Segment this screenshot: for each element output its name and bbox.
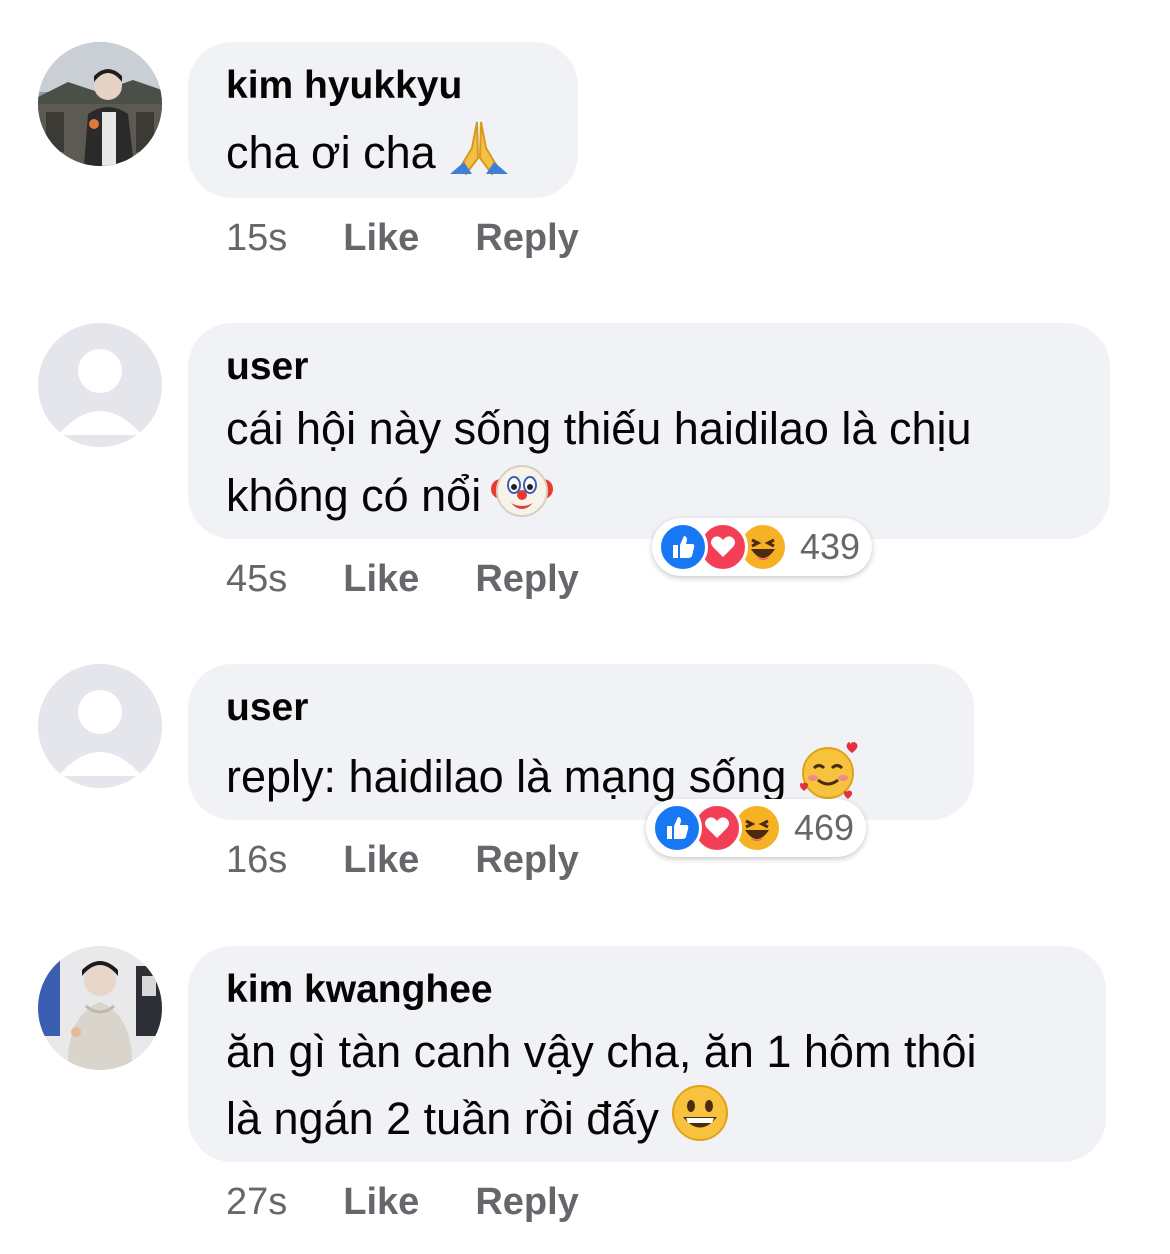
- avatar[interactable]: [38, 42, 162, 166]
- comment-actions: 15s Like Reply: [226, 216, 579, 260]
- comment-text-line: cái hội này sống thiếu haidilao là chịu: [226, 403, 972, 454]
- avatar[interactable]: [38, 664, 162, 788]
- reply-button[interactable]: Reply: [475, 839, 578, 881]
- comment-timestamp[interactable]: 45s: [226, 558, 287, 600]
- comment-actions: 45s Like Reply: [226, 557, 579, 601]
- reply-button[interactable]: Reply: [475, 558, 578, 600]
- comment-text: cái hội này sống thiếu haidilao là chịu k…: [226, 399, 1072, 536]
- comment-text-content: cha ơi cha: [226, 127, 436, 178]
- comment-text-content: reply: haidilao là mạng sống: [226, 751, 787, 802]
- like-button[interactable]: Like: [343, 558, 419, 600]
- comment-bubble: user cái hội này sống thiếu haidilao là …: [188, 323, 1110, 539]
- comment-bubble: kim kwanghee ăn gì tàn canh vậy cha, ăn …: [188, 946, 1106, 1162]
- comment-actions: 27s Like Reply: [226, 1180, 579, 1224]
- comment-bubble: kim hyukkyu cha ơi cha: [188, 42, 578, 198]
- like-reaction-icon: [658, 522, 708, 572]
- comment-author[interactable]: kim kwanghee: [226, 966, 1068, 1014]
- comment-text-line: không có nổi: [226, 470, 482, 521]
- comment-bubble: user reply: haidilao là mạng sống: [188, 664, 974, 820]
- reaction-count: 469: [794, 807, 855, 848]
- profile-photo-icon: [38, 42, 162, 166]
- comment-author[interactable]: kim hyukkyu: [226, 62, 540, 110]
- default-user-icon: [38, 664, 162, 788]
- comment-author[interactable]: user: [226, 343, 1072, 391]
- comment-text-line: ăn gì tàn canh vậy cha, ăn 1 hôm thôi: [226, 1026, 977, 1077]
- reply-button[interactable]: Reply: [475, 217, 578, 259]
- comment-actions: 16s Like Reply: [226, 838, 579, 882]
- like-reaction-icon: [652, 803, 702, 853]
- reactions-summary[interactable]: 469: [646, 799, 867, 857]
- default-user-icon: [38, 323, 162, 447]
- like-button[interactable]: Like: [343, 839, 419, 881]
- avatar[interactable]: [38, 323, 162, 447]
- avatar[interactable]: [38, 946, 162, 1070]
- comment-timestamp[interactable]: 16s: [226, 839, 287, 881]
- folded-hands-icon: [446, 118, 512, 193]
- grinning-face-icon: [669, 1082, 731, 1159]
- comment-author[interactable]: user: [226, 684, 936, 732]
- reaction-count: 439: [800, 526, 861, 567]
- comment-text: cha ơi cha: [226, 118, 540, 193]
- like-button[interactable]: Like: [343, 1181, 419, 1223]
- like-button[interactable]: Like: [343, 217, 419, 259]
- comment-text-line: là ngán 2 tuần rồi đấy: [226, 1093, 659, 1144]
- comment-text: ăn gì tàn canh vậy cha, ăn 1 hôm thôi là …: [226, 1022, 1068, 1159]
- reactions-summary[interactable]: 439: [652, 518, 873, 576]
- reply-button[interactable]: Reply: [475, 1181, 578, 1223]
- comment-timestamp[interactable]: 15s: [226, 217, 287, 259]
- clown-face-icon: [491, 459, 554, 536]
- profile-photo-icon: [38, 946, 162, 1070]
- comment-timestamp[interactable]: 27s: [226, 1181, 287, 1223]
